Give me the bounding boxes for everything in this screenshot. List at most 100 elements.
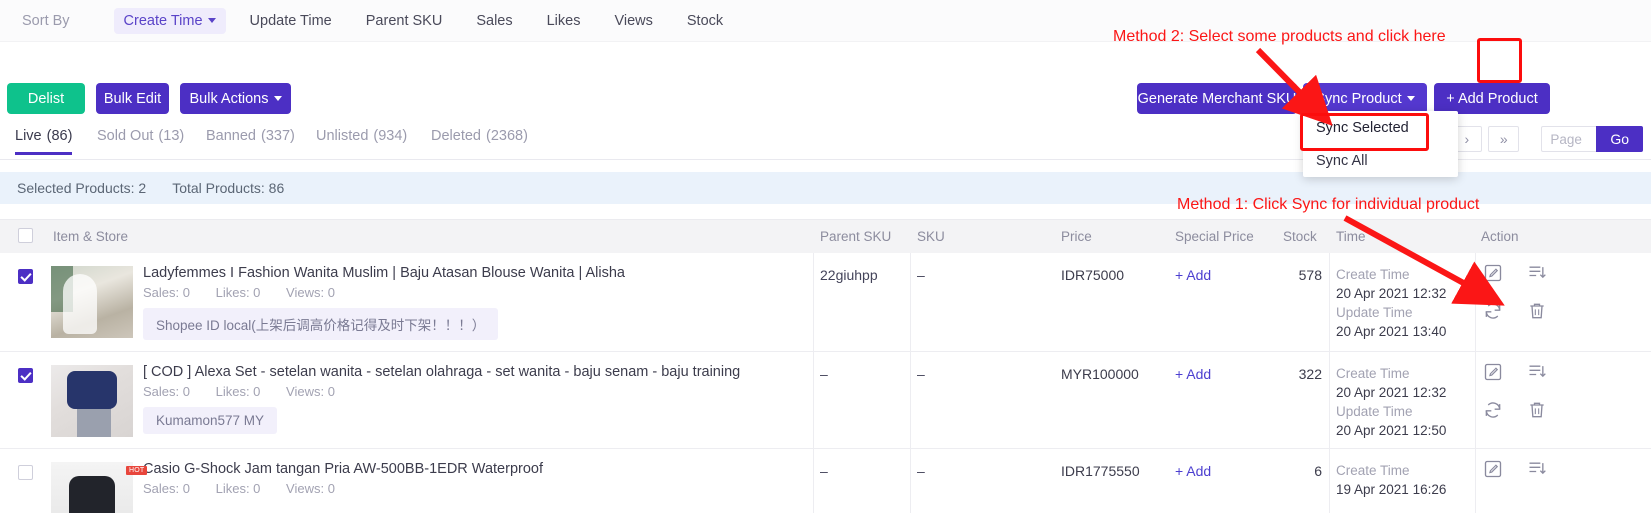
edit-icon[interactable] xyxy=(1483,459,1503,479)
cell-price: IDR1775550 xyxy=(1061,463,1140,479)
selected-products-count: Selected Products: 2 xyxy=(17,180,147,196)
create-time-value: 20 Apr 2021 12:32 xyxy=(1336,286,1447,301)
create-time-value: 19 Apr 2021 16:26 xyxy=(1336,482,1447,497)
menu-item-sync-all[interactable]: Sync All xyxy=(1303,144,1458,177)
product-likes: Likes: 0 xyxy=(215,285,261,300)
generate-merchant-sku-button[interactable]: Generate Merchant SKU xyxy=(1137,83,1297,114)
batch-edit-icon[interactable] xyxy=(1527,362,1547,382)
go-button[interactable]: Go xyxy=(1596,126,1643,152)
tab-count: (934) xyxy=(373,128,408,144)
product-views: Views: 0 xyxy=(286,384,335,399)
sync-product-dropdown-menu: Sync Selected Sync All xyxy=(1303,111,1458,177)
cell-stock: 578 xyxy=(1298,267,1322,283)
chevron-down-icon xyxy=(207,18,216,24)
product-title[interactable]: Ladyfemmes I Fashion Wanita Muslim | Baj… xyxy=(143,264,625,282)
create-time-value: 20 Apr 2021 12:32 xyxy=(1336,385,1447,400)
product-title[interactable]: [ COD ] Alexa Set - setelan wanita - set… xyxy=(143,363,740,381)
tab-count: (86) xyxy=(46,128,73,144)
table-header: Item & Store Parent SKU SKU Price Specia… xyxy=(0,219,1651,253)
product-views: Views: 0 xyxy=(286,481,335,496)
bulk-actions-button[interactable]: Bulk Actions xyxy=(180,83,291,114)
tab-banned[interactable]: Banned (337) xyxy=(206,128,295,144)
cell-parent-sku: 22giuhpp xyxy=(820,267,878,283)
sort-option-views[interactable]: Views xyxy=(604,8,662,34)
delete-icon[interactable] xyxy=(1527,301,1547,321)
row-checkbox[interactable] xyxy=(18,368,33,383)
row-select-cell xyxy=(18,465,33,485)
pagination-last-button[interactable]: » xyxy=(1488,126,1520,152)
product-table-body: Ladyfemmes I Fashion Wanita Muslim | Baj… xyxy=(0,253,1651,513)
sync-product-button[interactable]: Sync Product xyxy=(1303,83,1427,114)
bulk-actions-label: Bulk Actions xyxy=(189,90,269,107)
cell-sku: – xyxy=(917,267,925,283)
delist-button[interactable]: Delist xyxy=(7,83,85,114)
sort-option-sales[interactable]: Sales xyxy=(466,8,522,34)
product-list-page: Sort By Create Time Update Time Parent S… xyxy=(0,0,1651,513)
store-chip: Kumamon577 MY xyxy=(143,407,278,434)
column-header-special-price: Special Price xyxy=(1175,229,1254,244)
sync-icon[interactable] xyxy=(1483,301,1503,321)
product-sales: Sales: 0 xyxy=(143,285,190,300)
batch-edit-icon[interactable] xyxy=(1527,459,1547,479)
cell-time: Create Time 19 Apr 2021 16:26 xyxy=(1336,461,1446,499)
sort-option-create-time[interactable]: Create Time xyxy=(113,7,226,34)
row-checkbox[interactable] xyxy=(18,465,33,480)
column-header-stock: Stock xyxy=(1283,229,1317,244)
sort-option-parent-sku[interactable]: Parent SKU xyxy=(356,8,453,34)
chevron-down-icon xyxy=(273,96,282,101)
column-header-action: Action xyxy=(1481,229,1519,244)
product-stats: Sales: 0 Likes: 0 Views: 0 xyxy=(143,285,335,300)
select-all-checkbox[interactable] xyxy=(18,228,33,243)
chevron-down-icon xyxy=(1406,96,1415,101)
annotation-method-2: Method 2: Select some products and click… xyxy=(1113,28,1446,45)
product-sales: Sales: 0 xyxy=(143,384,190,399)
column-header-price: Price xyxy=(1061,229,1092,244)
edit-icon[interactable] xyxy=(1483,263,1503,283)
create-time-label: Create Time xyxy=(1336,267,1410,282)
tab-unlisted[interactable]: Unlisted (934) xyxy=(316,128,407,144)
cell-parent-sku: – xyxy=(820,463,828,479)
column-header-sku: SKU xyxy=(917,229,945,244)
add-special-price-link[interactable]: + Add xyxy=(1175,463,1211,479)
product-thumbnail xyxy=(51,266,133,338)
table-row: HOT Casio G-Shock Jam tangan Pria AW-500… xyxy=(0,449,1651,513)
product-likes: Likes: 0 xyxy=(215,481,261,496)
store-chip: Shopee ID local(上架后调高价格记得及时下架！！！） xyxy=(143,308,499,340)
cell-stock: 6 xyxy=(1314,463,1322,479)
product-thumbnail xyxy=(51,462,133,513)
product-title[interactable]: Casio G-Shock Jam tangan Pria AW-500BB-1… xyxy=(143,460,543,478)
cell-time: Create Time 20 Apr 2021 12:32 Update Tim… xyxy=(1336,265,1446,341)
product-thumbnail xyxy=(51,365,133,437)
sort-option-update-time[interactable]: Update Time xyxy=(240,8,342,34)
sort-option-stock[interactable]: Stock xyxy=(677,8,733,34)
cell-sku: – xyxy=(917,366,925,382)
product-stats: Sales: 0 Likes: 0 Views: 0 xyxy=(143,384,335,399)
tab-label: Sold Out xyxy=(97,128,154,144)
cell-price: IDR75000 xyxy=(1061,267,1125,283)
add-special-price-link[interactable]: + Add xyxy=(1175,267,1211,283)
sort-option-label: Create Time xyxy=(123,12,203,29)
column-header-time: Time xyxy=(1336,229,1366,244)
sync-icon[interactable] xyxy=(1483,400,1503,420)
batch-edit-icon[interactable] xyxy=(1527,263,1547,283)
update-time-label: Update Time xyxy=(1336,404,1413,419)
tab-count: (2368) xyxy=(485,128,528,144)
tab-live[interactable]: Live (86) xyxy=(15,128,73,155)
row-actions xyxy=(1483,362,1633,438)
tab-count: (337) xyxy=(261,128,295,144)
delete-icon[interactable] xyxy=(1527,400,1547,420)
add-product-button[interactable]: + Add Product xyxy=(1434,83,1550,114)
tab-label: Banned xyxy=(206,128,256,144)
annotation-method-1: Method 1: Click Sync for individual prod… xyxy=(1177,196,1480,213)
bulk-edit-button[interactable]: Bulk Edit xyxy=(96,83,169,114)
row-actions xyxy=(1483,459,1633,497)
menu-item-sync-selected[interactable]: Sync Selected xyxy=(1303,111,1458,144)
sort-option-likes[interactable]: Likes xyxy=(537,8,591,34)
tab-sold-out[interactable]: Sold Out (13) xyxy=(97,128,184,144)
row-checkbox[interactable] xyxy=(18,269,33,284)
edit-icon[interactable] xyxy=(1483,362,1503,382)
tab-label: Unlisted xyxy=(316,128,369,144)
tab-deleted[interactable]: Deleted (2368) xyxy=(431,128,528,144)
page-number-input[interactable] xyxy=(1541,126,1597,152)
add-special-price-link[interactable]: + Add xyxy=(1175,366,1211,382)
